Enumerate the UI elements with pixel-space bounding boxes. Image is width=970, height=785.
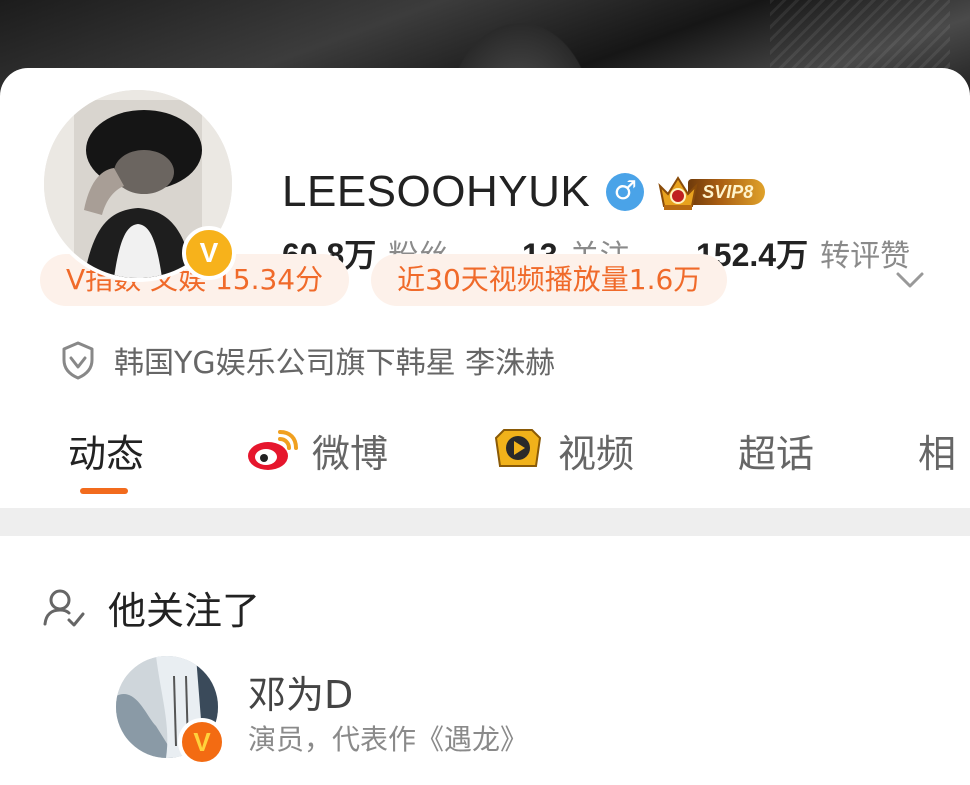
tab-supertopic[interactable]: 超话 — [738, 420, 814, 480]
profile-tabs: 动态 微博 视频 超话 相 — [0, 420, 970, 500]
shield-icon — [62, 341, 94, 380]
weibo-icon — [248, 430, 298, 470]
verification-info: 韩国YG娱乐公司旗下韩星 李洙赫 — [60, 338, 555, 382]
tab-dynamic[interactable]: 动态 — [68, 420, 144, 480]
video-play-icon — [494, 429, 542, 467]
svip-badge[interactable]: SVIP8 — [656, 175, 766, 210]
verified-badge-icon: V — [182, 226, 236, 280]
tab-label: 微博 — [312, 431, 389, 476]
section-divider — [0, 508, 970, 536]
male-gender-icon: ♂ — [606, 173, 645, 211]
profile-card: V LEESOOHYUK ♂ SVIP8 60.8万 粉丝 13 关注 152.… — [0, 68, 970, 785]
followed-user-avatar[interactable]: V — [116, 656, 226, 766]
badge-letter: V — [193, 727, 211, 757]
user-follow-icon — [43, 589, 85, 626]
profile-avatar[interactable]: V — [40, 86, 236, 282]
tab-label: 动态 — [68, 431, 145, 476]
following-heading: 他关注了 — [108, 589, 261, 633]
crown-icon — [658, 176, 698, 210]
tab-label: 超话 — [738, 431, 815, 476]
chevron-down-icon[interactable] — [890, 264, 930, 296]
followed-user-description: 演员，代表作《遇龙》 — [248, 723, 529, 756]
tab-album[interactable]: 相 — [918, 420, 956, 480]
verified-badge-icon: V — [178, 718, 226, 766]
tab-label: 相 — [918, 431, 957, 476]
profile-name: LEESOOHYUK — [282, 167, 591, 216]
active-tab-indicator — [80, 488, 128, 494]
bottom-fade-overlay — [700, 740, 970, 785]
followed-user-name[interactable]: 邓为D — [248, 664, 353, 719]
video-views-pill[interactable]: 近30天视频播放量1.6万 — [371, 254, 728, 306]
following-section-header: 他关注了 — [42, 580, 260, 635]
tab-label: 视频 — [558, 431, 635, 476]
tab-video[interactable]: 视频 — [490, 420, 634, 480]
tab-weibo[interactable]: 微博 — [244, 420, 388, 480]
verification-text: 韩国YG娱乐公司旗下韩星 李洙赫 — [114, 346, 556, 381]
